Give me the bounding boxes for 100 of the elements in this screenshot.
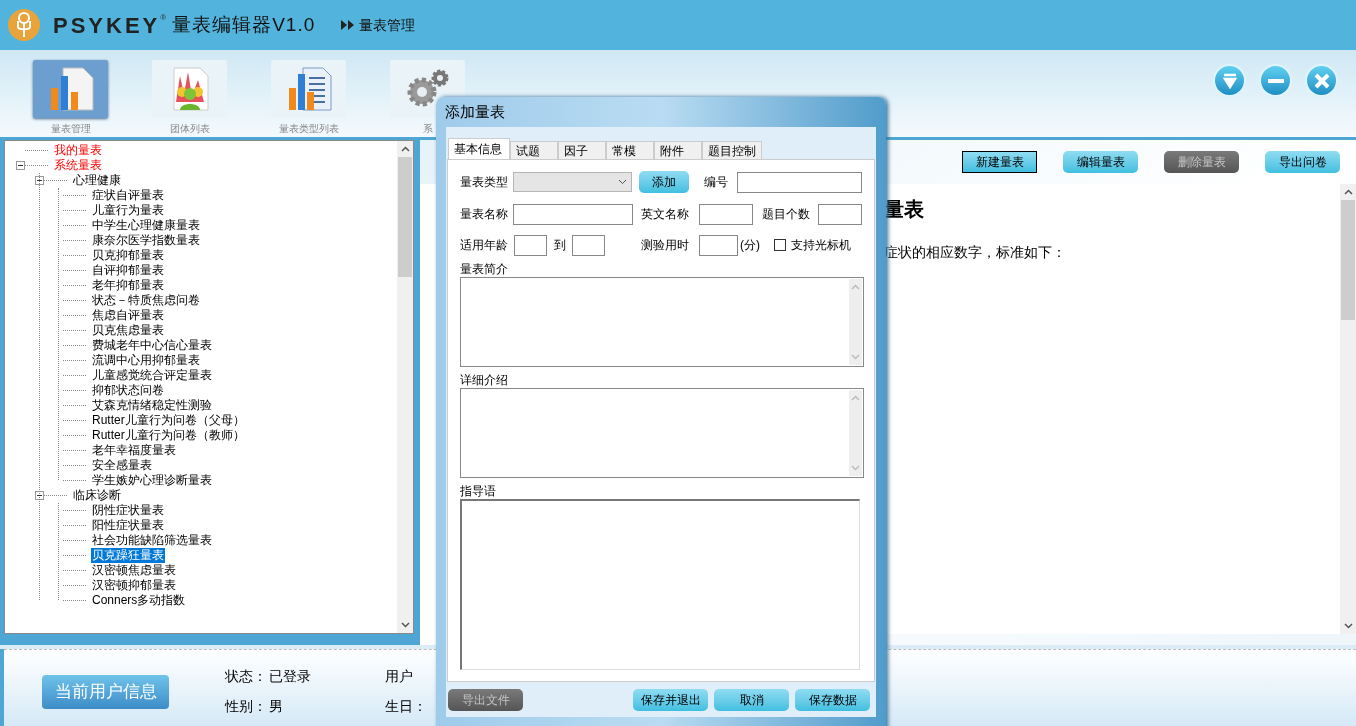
field-label: 测验用时 — [641, 237, 690, 254]
field-label: 量表类型 — [460, 174, 509, 191]
dialog-button[interactable]: 保存数据 — [795, 688, 870, 711]
down-arrow-icon — [1221, 72, 1238, 89]
nav-label: 量表类型列表 — [278, 122, 339, 136]
field-label: 英文名称 — [641, 206, 691, 223]
tree-item[interactable]: Rutter儿童行为问卷（父母） — [91, 413, 246, 428]
item-count-input[interactable] — [818, 203, 862, 225]
breadcrumb: 量表管理 — [359, 15, 416, 35]
collapse-toggle[interactable] — [35, 491, 44, 500]
tree-item[interactable]: 学生嫉妒心理诊断量表 — [91, 473, 213, 488]
name-input[interactable] — [513, 203, 634, 225]
toolbar-button[interactable]: 导出问卷 — [1265, 151, 1340, 173]
scrollbar[interactable] — [397, 141, 413, 633]
tab[interactable]: 试题 — [510, 141, 558, 159]
min-age-input[interactable] — [514, 234, 547, 256]
field-label: 适用年龄 — [460, 237, 509, 254]
collapse-toggle[interactable] — [35, 176, 44, 185]
nav-label: 团体列表 — [169, 122, 210, 136]
tree-item[interactable]: 自评抑郁量表 — [91, 263, 165, 278]
tree-item[interactable]: 系统量表 — [53, 158, 103, 173]
tree-item[interactable]: 症状自评量表 — [91, 188, 165, 203]
brand-name: PSYKEY — [53, 11, 161, 40]
tree-item[interactable]: 老年幸福度量表 — [91, 443, 177, 458]
toolbar-button[interactable]: 编辑量表 — [1063, 151, 1138, 173]
field-label: 量表简介 — [460, 262, 509, 276]
tree-item[interactable]: 流调中心用抑郁量表 — [91, 353, 201, 368]
scroll-up-icon[interactable] — [1343, 189, 1353, 195]
tree-item[interactable]: 我的量表 — [53, 143, 103, 158]
tab[interactable]: 题目控制 — [702, 141, 762, 159]
dialog-button[interactable]: 保存并退出 — [633, 688, 708, 711]
scroll-down-icon[interactable] — [400, 622, 410, 628]
app-title: 量表编辑器V1.0 — [172, 12, 316, 37]
add-button[interactable]: 添加 — [639, 171, 690, 193]
tree-item[interactable]: 安全感量表 — [91, 458, 153, 473]
dialog-button[interactable]: 取消 — [714, 688, 789, 711]
unit-label: (分) — [740, 237, 760, 254]
minimize-button[interactable] — [1259, 64, 1292, 97]
tab[interactable]: 因子 — [558, 141, 606, 159]
tree-item[interactable]: 中学生心理健康量表 — [91, 218, 201, 233]
field-label: 生日： — [385, 697, 427, 716]
nav-label: 系 — [422, 122, 433, 136]
field-label: 量表名称 — [460, 206, 509, 223]
text-area[interactable] — [460, 388, 864, 478]
tree-item[interactable]: 贝克焦虑量表 — [91, 323, 165, 338]
nav-label: 量表管理 — [50, 122, 91, 136]
tree-item[interactable]: 焦虑自评量表 — [91, 308, 165, 323]
scroll-up-icon[interactable] — [400, 146, 410, 152]
tree-item[interactable]: 贝克抑郁量表 — [91, 248, 165, 263]
double-arrow-icon — [341, 20, 356, 30]
tree-item[interactable]: 状态－特质焦虑问卷 — [91, 293, 201, 308]
max-age-input[interactable] — [572, 234, 605, 256]
tree-item[interactable]: 临床诊断 — [72, 488, 122, 503]
field-label: 详细介绍 — [460, 373, 509, 387]
field-label: 状态： — [225, 667, 267, 686]
field-label: 到 — [554, 237, 567, 254]
field-value: 男 — [269, 697, 283, 716]
tree-item[interactable]: 费城老年中心信心量表 — [91, 338, 213, 353]
tab[interactable]: 附件 — [654, 141, 702, 159]
tree-item[interactable]: 心理健康 — [72, 173, 122, 188]
tree-item[interactable]: 汉密顿焦虑量表 — [91, 563, 177, 578]
collapse-toggle[interactable] — [16, 161, 25, 170]
minus-icon — [1267, 78, 1284, 83]
scrollbar[interactable] — [1340, 184, 1356, 634]
tree-item[interactable]: 抑郁状态问卷 — [91, 383, 165, 398]
field-label: 题目个数 — [761, 206, 811, 223]
tree-item[interactable]: 阳性症状量表 — [91, 518, 165, 533]
tree-item[interactable]: 康奈尔医学指数量表 — [91, 233, 201, 248]
tree-item[interactable]: Conners多动指数 — [91, 593, 187, 608]
nav-button[interactable] — [33, 60, 108, 118]
tree-item[interactable]: 贝克躁狂量表 — [91, 548, 165, 563]
tree-item[interactable]: 汉密顿抑郁量表 — [91, 578, 177, 593]
scrollbar-thumb[interactable] — [1341, 200, 1355, 320]
close-button[interactable] — [1305, 64, 1338, 97]
text-area[interactable] — [460, 277, 864, 367]
scroll-down-icon[interactable] — [1343, 623, 1353, 629]
tree-item[interactable]: 阴性症状量表 — [91, 503, 165, 518]
close-icon — [1313, 72, 1330, 89]
tree-item[interactable]: Rutter儿童行为问卷（教师） — [91, 428, 246, 443]
tree-item[interactable]: 儿童行为量表 — [91, 203, 165, 218]
tab[interactable]: 基本信息 — [448, 138, 510, 159]
field-label: 编号 — [704, 174, 730, 191]
field-label: 用户 — [385, 667, 414, 686]
registered-mark: ® — [160, 12, 167, 24]
checkbox[interactable] — [774, 239, 786, 251]
duration-input[interactable] — [699, 234, 738, 256]
scrollbar-thumb[interactable] — [398, 157, 412, 277]
tree-item[interactable]: 儿童感觉统合评定量表 — [91, 368, 213, 383]
tree-item[interactable]: 老年抑郁量表 — [91, 278, 165, 293]
dropdown-button[interactable] — [1213, 64, 1246, 97]
logo-icon — [7, 8, 41, 42]
tab[interactable]: 常模 — [606, 141, 654, 159]
chevron-down-icon — [618, 179, 627, 185]
tree-item[interactable]: 社会功能缺陷筛选量表 — [91, 533, 213, 548]
tree-item[interactable]: 艾森克情绪稳定性测验 — [91, 398, 213, 413]
toolbar-button[interactable]: 新建量表 — [962, 151, 1037, 173]
checkbox-label: 支持光标机 — [791, 237, 851, 254]
english-name-input[interactable] — [698, 203, 753, 225]
dialog-title: 添加量表 — [445, 101, 506, 122]
code-input[interactable] — [737, 171, 862, 193]
